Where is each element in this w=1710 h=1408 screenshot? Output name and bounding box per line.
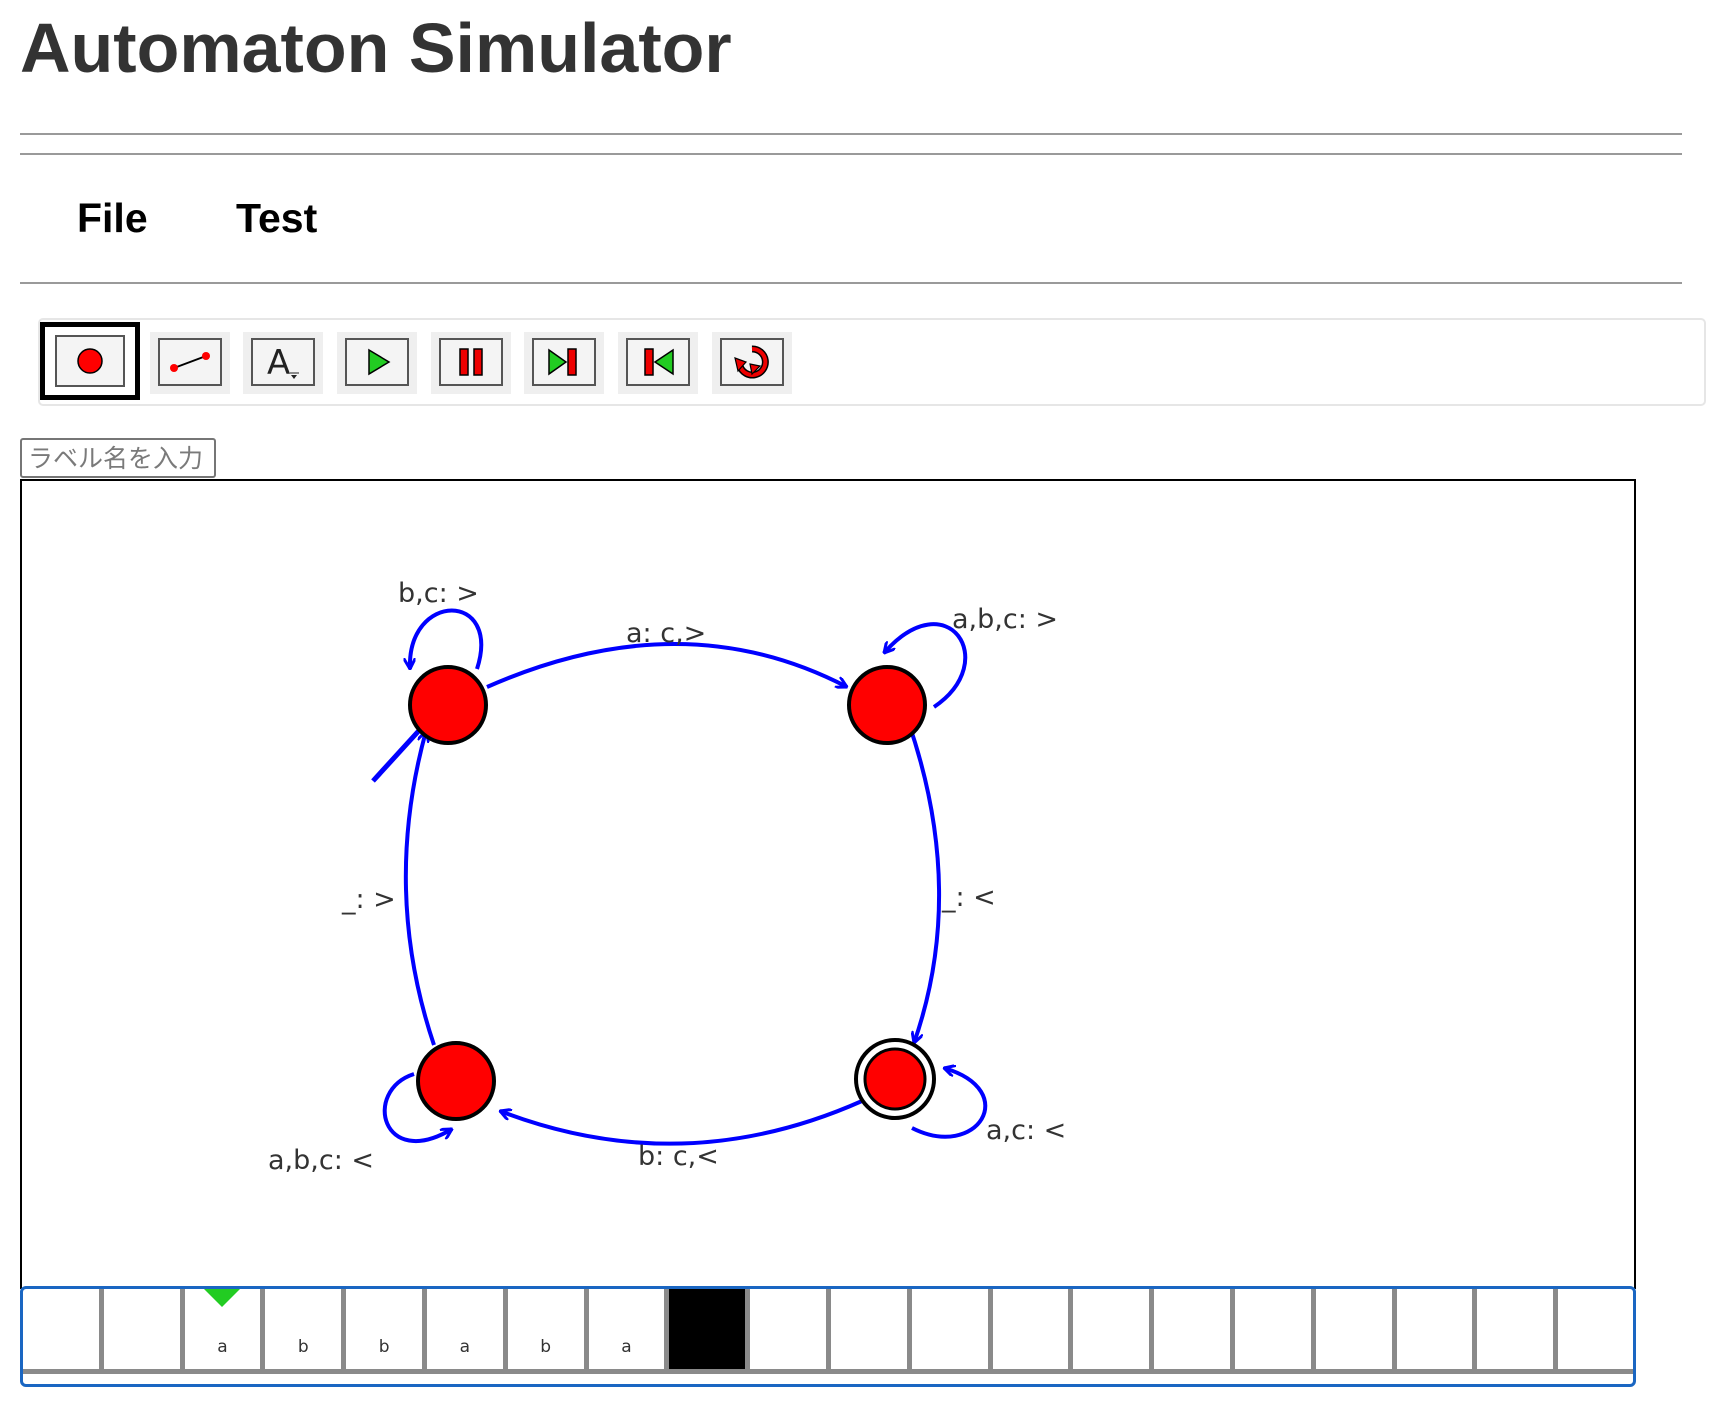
step-forward-button[interactable] (524, 332, 604, 394)
state-tool-button[interactable] (40, 322, 140, 400)
tape-cell[interactable]: a (427, 1289, 508, 1369)
tape-cell[interactable] (1397, 1289, 1478, 1369)
text-tool-button[interactable]: A (243, 332, 323, 394)
state-node[interactable] (408, 665, 488, 745)
step-back-icon (644, 348, 674, 376)
transition-label: a: c,> (626, 618, 706, 649)
automaton-diagram: b,c: > a: c,> a,b,c: > _: < a,c: < b: c,… (268, 578, 1066, 1176)
accepting-state-node[interactable] (863, 1047, 927, 1111)
transition-label: _: > (341, 884, 396, 915)
divider (20, 282, 1682, 284)
step-forward-icon (548, 348, 577, 376)
state-node[interactable] (416, 1041, 496, 1121)
tape-cell[interactable]: b (346, 1289, 427, 1369)
reset-icon (734, 345, 769, 379)
divider (20, 153, 1682, 155)
transition-label: _: < (941, 882, 996, 913)
text-tool-icon: A (267, 343, 299, 382)
step-back-button[interactable] (618, 332, 698, 394)
tape-panel: a b b a b a (20, 1286, 1636, 1387)
transition-label: b,c: > (398, 578, 479, 609)
play-button[interactable] (337, 332, 417, 394)
tape-cell[interactable] (831, 1289, 912, 1369)
pause-button[interactable] (431, 332, 511, 394)
state-node[interactable] (847, 665, 927, 745)
transition-edge[interactable] (403, 731, 436, 1046)
tape-cell[interactable]: b (265, 1289, 347, 1369)
label-name-input[interactable] (20, 438, 216, 478)
tape-head-cell[interactable] (669, 1289, 751, 1369)
divider (20, 133, 1682, 135)
self-loop-edge[interactable] (410, 608, 484, 670)
tape-cell[interactable] (23, 1289, 104, 1369)
svg-text:A: A (267, 343, 290, 382)
tape-cell[interactable] (1073, 1289, 1155, 1369)
transition-tool-button[interactable] (150, 332, 230, 394)
play-icon (368, 348, 391, 376)
tape-cell[interactable] (1477, 1289, 1559, 1369)
toolbar: A (38, 318, 1706, 406)
tape-cell[interactable] (993, 1289, 1074, 1369)
page-title: Automaton Simulator (20, 9, 732, 87)
transition-tool-icon (170, 352, 210, 372)
tape-cell[interactable] (1316, 1289, 1397, 1369)
menu-test[interactable]: Test (236, 195, 317, 242)
tape-cell[interactable] (912, 1289, 993, 1369)
menu-file[interactable]: File (77, 195, 148, 242)
transition-edge[interactable] (906, 720, 942, 1043)
tape-cell[interactable] (1235, 1289, 1316, 1369)
transition-label: a,b,c: < (268, 1145, 374, 1176)
reset-button[interactable] (712, 332, 792, 394)
state-tool-icon (77, 348, 103, 374)
transition-edge[interactable] (500, 1099, 863, 1146)
transition-label: b: c,< (638, 1141, 719, 1172)
tape-cell[interactable]: a (589, 1289, 670, 1369)
tape-cell[interactable] (104, 1289, 185, 1369)
automaton-canvas[interactable]: b,c: > a: c,> a,b,c: > _: < a,c: < b: c,… (20, 479, 1636, 1289)
transition-label: a,c: < (986, 1115, 1066, 1146)
tape-cells: a b b a b a (23, 1289, 1633, 1374)
pause-icon (459, 348, 483, 376)
tape-cell[interactable]: b (508, 1289, 589, 1369)
tape-cell[interactable] (750, 1289, 831, 1369)
transition-label: a,b,c: > (952, 604, 1058, 635)
transition-edge[interactable] (486, 642, 847, 689)
tape-cell[interactable] (1154, 1289, 1235, 1369)
tape-cell[interactable]: a (185, 1289, 266, 1369)
tape-pointer-icon (202, 1289, 243, 1307)
tape-cell[interactable] (1558, 1289, 1633, 1369)
